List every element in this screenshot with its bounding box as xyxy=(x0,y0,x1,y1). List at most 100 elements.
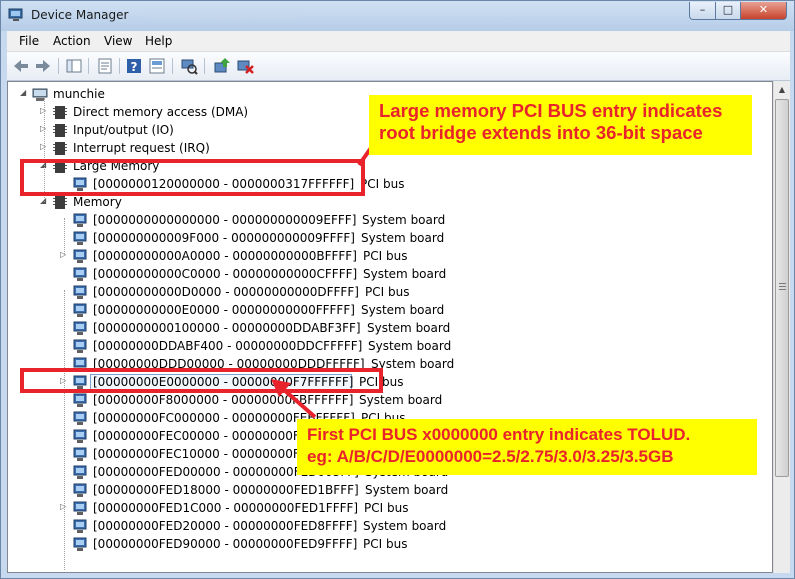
toolbar-separator xyxy=(58,58,59,74)
resource-owner: PCI bus xyxy=(365,285,410,299)
menu-action[interactable]: Action xyxy=(53,34,91,48)
tree-resource-row[interactable]: [00000000FED90000 - 00000000FED9FFFF] PCI… xyxy=(8,536,768,554)
update-driver-icon[interactable] xyxy=(212,56,232,76)
scroll-up-arrow-icon[interactable]: ▲ xyxy=(774,81,790,98)
collapse-arrow-icon[interactable]: ◢ xyxy=(20,88,30,98)
minimize-button[interactable]: – xyxy=(689,2,716,20)
uninstall-icon[interactable] xyxy=(235,56,255,76)
tree-item-label: Memory xyxy=(73,195,122,209)
computer-icon xyxy=(32,86,48,102)
tree-item-label: [0000000000000000 - 000000000009EFFF] xyxy=(93,213,357,227)
system-board-icon xyxy=(72,464,88,480)
tree-resource-row[interactable]: [00000000FED18000 - 00000000FED1BFFF] Sys… xyxy=(8,482,768,500)
expand-arrow-icon[interactable]: ▷ xyxy=(60,250,70,260)
tree-resource-row[interactable]: [0000000000100000 - 00000000DDABF3FF] Sys… xyxy=(8,320,768,338)
tree-item-label: [00000000DDABF400 - 00000000DDCFFFFF] xyxy=(93,339,363,353)
resource-owner: System board xyxy=(363,267,447,281)
system-board-icon xyxy=(72,338,88,354)
toolbar: ? xyxy=(7,52,790,81)
maximize-button[interactable]: □ xyxy=(715,2,741,20)
thumb-grip xyxy=(779,283,786,284)
memory-chip-icon xyxy=(52,140,68,156)
tree-resource-row[interactable]: ▷ [00000000FED1C000 - 00000000FED1FFFF] PC… xyxy=(8,500,768,518)
tree-resource-row[interactable]: [00000000DDABF400 - 00000000DDCFFFFF] Sys… xyxy=(8,338,768,356)
menu-help[interactable]: Help xyxy=(145,34,172,48)
thumb-grip xyxy=(779,289,786,290)
tree-resource-row[interactable]: [000000000009F000 - 000000000009FFFF] Sys… xyxy=(8,230,768,248)
tree-item-label: [00000000000D0000 - 00000000000DFFFF] xyxy=(93,285,359,299)
expand-arrow-icon[interactable]: ▷ xyxy=(60,502,70,512)
tree-item-label: Interrupt request (IRQ) xyxy=(73,141,210,155)
help-icon[interactable]: ? xyxy=(124,56,144,76)
tree-item-label: Direct memory access (DMA) xyxy=(73,105,249,119)
forward-icon[interactable] xyxy=(33,56,53,76)
tree-item-label: munchie xyxy=(53,87,105,101)
resource-owner: System board xyxy=(368,339,452,353)
memory-chip-icon xyxy=(52,122,68,138)
large-memory-callout: Large memory PCI BUS entry indicates roo… xyxy=(369,95,752,155)
pci-bus-icon xyxy=(72,284,88,300)
menu-bar: File Action View Help xyxy=(7,31,790,52)
system-board-icon xyxy=(72,302,88,318)
callout-line: Large memory PCI BUS entry indicates xyxy=(379,100,723,121)
tree-connector-line xyxy=(64,290,65,570)
expand-arrow-icon[interactable]: ▷ xyxy=(40,106,50,116)
tree-item-label: [00000000FED90000 - 00000000FED9FFFF] xyxy=(93,537,358,551)
resource-owner: System board xyxy=(365,483,449,497)
tree-item-label: [00000000000C0000 - 00000000000CFFFF] xyxy=(93,267,358,281)
show-hide-tree-icon[interactable] xyxy=(64,56,84,76)
toolbar-separator xyxy=(172,58,173,74)
tree-connector-line xyxy=(64,218,65,254)
pci-bus-icon xyxy=(72,500,88,516)
tree-item-label: Input/output (IO) xyxy=(73,123,174,137)
tree-item-label: [0000000000100000 - 00000000DDABF3FF] xyxy=(93,321,361,335)
properties-icon[interactable] xyxy=(95,56,115,76)
tree-resource-row[interactable]: [00000000FED20000 - 00000000FED8FFFF] Sys… xyxy=(8,518,768,536)
callout-line: First PCI BUS x0000000 entry indicates T… xyxy=(307,425,691,444)
expand-arrow-icon[interactable]: ▷ xyxy=(40,124,50,134)
tree-resource-row[interactable]: [0000000000000000 - 000000000009EFFF] Sys… xyxy=(8,212,768,230)
toolbar-separator xyxy=(119,58,120,74)
resource-owner: System board xyxy=(359,393,443,407)
resource-owner: System board xyxy=(362,213,446,227)
tree-resource-row[interactable]: [00000000000E0000 - 00000000000FFFFF] Sys… xyxy=(8,302,768,320)
vertical-scrollbar[interactable]: ▲ xyxy=(773,81,790,573)
tree-resource-row[interactable]: [00000000000C0000 - 00000000000CFFFF] Sys… xyxy=(8,266,768,284)
tree-item-label: [00000000FED1C000 - 00000000FED1FFFF] xyxy=(93,501,359,515)
system-board-icon xyxy=(72,518,88,534)
tree-item-label: [000000000009F000 - 000000000009FFFF] xyxy=(93,231,355,245)
thumb-grip xyxy=(779,286,786,287)
title-bar[interactable]: Device Manager http://apps.google.com.au… xyxy=(1,1,794,31)
memory-chip-icon xyxy=(52,194,68,210)
tolud-callout: First PCI BUS x0000000 entry indicates T… xyxy=(297,419,757,475)
resource-owner: PCI bus xyxy=(363,249,408,263)
callout-line: root bridge extends into 36-bit space xyxy=(379,122,703,143)
menu-file[interactable]: File xyxy=(19,34,39,48)
scan-hardware-icon[interactable] xyxy=(179,56,199,76)
resource-owner: System board xyxy=(361,303,445,317)
back-icon[interactable] xyxy=(11,56,31,76)
scrollbar-thumb[interactable] xyxy=(775,99,789,477)
menu-view[interactable]: View xyxy=(104,34,132,48)
close-button[interactable]: ✕ xyxy=(740,2,787,20)
expand-arrow-icon[interactable]: ▷ xyxy=(40,142,50,152)
memory-chip-icon xyxy=(52,104,68,120)
system-board-icon xyxy=(72,482,88,498)
system-board-icon xyxy=(72,428,88,444)
tree-item-label: [00000000FED20000 - 00000000FED8FFFF] xyxy=(93,519,358,533)
collapse-arrow-icon[interactable]: ◢ xyxy=(40,196,50,206)
tree-resource-row[interactable]: [00000000F8000000 - 00000000FBFFFFFF] Sys… xyxy=(8,392,768,410)
toolbar-separator xyxy=(88,58,89,74)
view-icon[interactable] xyxy=(147,56,167,76)
tree-resource-row[interactable]: ▷ [00000000000A0000 - 00000000000BFFFF] PC… xyxy=(8,248,768,266)
tree-item-label: [00000000000E0000 - 00000000000FFFFF] xyxy=(93,303,355,317)
system-board-icon xyxy=(72,212,88,228)
tree-category-memory[interactable]: ◢ Memory xyxy=(8,194,768,212)
tree-resource-row[interactable]: [00000000000D0000 - 00000000000DFFFF] PCI… xyxy=(8,284,768,302)
pci-bus-icon xyxy=(72,536,88,552)
tree-item-label: [00000000FED18000 - 00000000FED1BFFF] xyxy=(93,483,359,497)
system-board-icon xyxy=(72,320,88,336)
system-board-icon xyxy=(72,446,88,462)
system-board-icon xyxy=(72,266,88,282)
device-manager-window: Device Manager http://apps.google.com.au… xyxy=(0,0,795,579)
